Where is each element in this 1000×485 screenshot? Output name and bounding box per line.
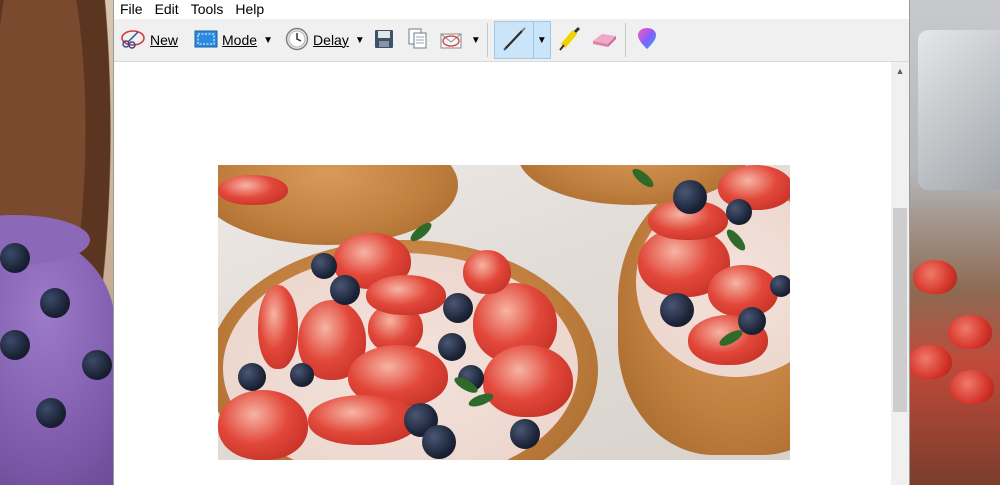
strawberry-slice <box>483 345 573 417</box>
delay-clock-icon <box>285 27 309 54</box>
strawberry <box>948 315 992 349</box>
new-label: New <box>150 32 179 48</box>
scroll-thumb[interactable] <box>893 208 907 412</box>
snip-canvas <box>114 62 890 485</box>
mode-label: Mode <box>222 32 258 48</box>
blueberry <box>330 275 360 305</box>
paint3d-icon <box>636 27 658 54</box>
background-photo-right <box>908 0 1000 485</box>
menu-edit[interactable]: Edit <box>149 0 185 19</box>
snipping-tool-window: File Edit Tools Help New Mode ▼ Delay ▼ <box>113 0 910 485</box>
delay-button[interactable]: Delay <box>281 22 353 58</box>
send-dropdown-arrow[interactable]: ▼ <box>469 22 483 58</box>
blueberry <box>0 243 30 273</box>
send-snip-button[interactable] <box>435 22 469 58</box>
pen-button[interactable] <box>495 22 533 58</box>
blueberry <box>443 293 473 323</box>
send-email-icon <box>439 28 465 53</box>
strawberry-slice <box>308 395 418 445</box>
blueberry <box>673 180 707 214</box>
background-photo-left <box>0 0 115 485</box>
strawberry-slice <box>463 250 511 294</box>
new-button[interactable]: New <box>116 22 182 58</box>
highlighter-icon <box>557 26 583 55</box>
save-icon <box>374 29 394 52</box>
strawberry <box>913 260 957 294</box>
metal-tin <box>918 30 1000 190</box>
menu-help[interactable]: Help <box>229 0 270 19</box>
blueberry <box>238 363 266 391</box>
scroll-up-arrow[interactable]: ▲ <box>891 62 909 79</box>
blueberry <box>36 398 66 428</box>
blueberry <box>0 330 30 360</box>
strawberry-slice <box>218 175 288 205</box>
delay-dropdown-arrow[interactable]: ▼ <box>353 22 367 58</box>
copy-icon <box>407 28 429 53</box>
strawberry <box>908 345 952 379</box>
blueberry <box>726 199 752 225</box>
copy-button[interactable] <box>401 22 435 58</box>
edit-with-paint3d-button[interactable] <box>630 22 664 58</box>
pen-dropdown-arrow[interactable]: ▼ <box>532 22 550 58</box>
eraser-button[interactable] <box>587 22 621 58</box>
strawberry-slice <box>218 390 308 460</box>
new-snip-icon <box>120 28 146 53</box>
blueberry <box>438 333 466 361</box>
toolbar: New Mode ▼ Delay ▼ ▼ ▼ <box>114 19 909 62</box>
blueberry <box>422 425 456 459</box>
pen-icon <box>501 26 527 55</box>
mode-dropdown-arrow[interactable]: ▼ <box>261 22 275 58</box>
eraser-icon <box>590 29 618 52</box>
strawberry-slice <box>258 285 298 369</box>
strawberry-slice <box>366 275 446 315</box>
pen-tool-group: ▼ <box>493 21 551 59</box>
strawberry <box>950 370 994 404</box>
toolbar-separator <box>624 23 626 57</box>
menu-file[interactable]: File <box>114 0 149 19</box>
blueberry <box>660 293 694 327</box>
blueberry <box>290 363 314 387</box>
highlighter-button[interactable] <box>553 22 587 58</box>
blueberry <box>311 253 337 279</box>
menu-tools[interactable]: Tools <box>185 0 230 19</box>
blueberry <box>40 288 70 318</box>
save-button[interactable] <box>367 22 401 58</box>
toolbar-separator <box>486 23 488 57</box>
vertical-scrollbar[interactable]: ▲ <box>891 62 909 485</box>
menu-bar: File Edit Tools Help <box>114 0 909 19</box>
mode-button[interactable]: Mode <box>190 22 261 58</box>
delay-label: Delay <box>313 32 349 48</box>
mode-icon <box>194 30 218 51</box>
blueberry <box>82 350 112 380</box>
captured-image <box>218 165 790 460</box>
blueberry <box>770 275 790 297</box>
blueberry <box>510 419 540 449</box>
